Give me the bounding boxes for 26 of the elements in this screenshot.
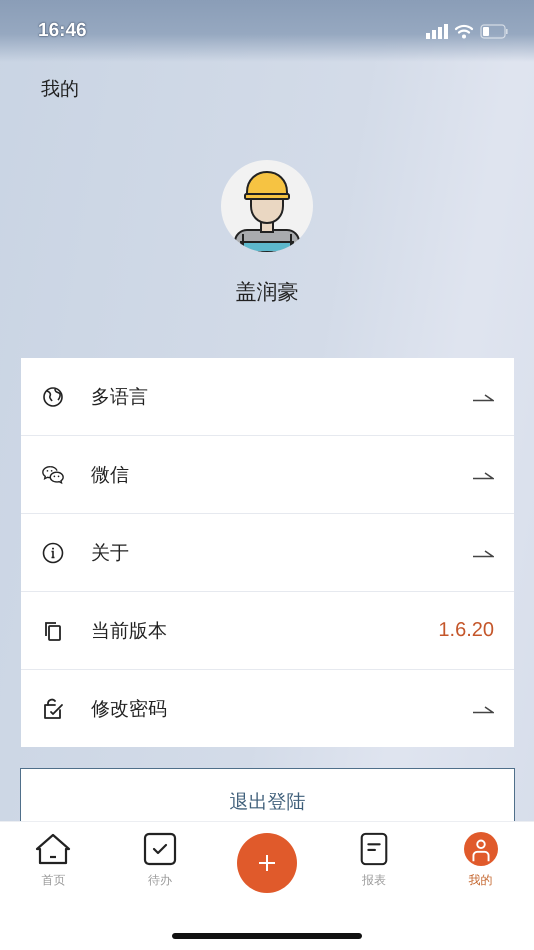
- wifi-icon: [454, 24, 474, 38]
- version-number: 1.6.20: [438, 619, 494, 642]
- menu-item[interactable]: 修改密码: [21, 670, 514, 747]
- menu-label: 当前版本: [91, 618, 168, 644]
- edit-icon: [41, 696, 65, 720]
- signal-icon: [426, 24, 448, 38]
- menu-label: 关于: [91, 540, 130, 566]
- status-time: 16:46: [38, 20, 87, 42]
- plus-icon: [258, 854, 276, 872]
- page-title: 我的: [40, 77, 80, 102]
- globe-icon: [41, 384, 65, 408]
- menu-label: 修改密码: [91, 696, 168, 722]
- menu-item[interactable]: 微信: [21, 436, 514, 514]
- checkbox-icon: [142, 832, 178, 866]
- menu-item[interactable]: 当前版本 1.6.20: [21, 592, 514, 670]
- logout-button[interactable]: 退出登陆: [20, 768, 515, 821]
- user-name: 盖润豪: [236, 279, 298, 306]
- menu-item[interactable]: 关于: [21, 514, 514, 592]
- menu-label: 多语言: [91, 384, 149, 410]
- menu-label: 微信: [91, 462, 130, 488]
- info-icon: [41, 540, 65, 564]
- tab[interactable]: 我的: [427, 832, 534, 893]
- home-icon: [35, 832, 72, 866]
- battery-icon: [480, 24, 508, 38]
- profile-icon: [462, 832, 499, 866]
- menu-item[interactable]: 多语言: [21, 358, 514, 436]
